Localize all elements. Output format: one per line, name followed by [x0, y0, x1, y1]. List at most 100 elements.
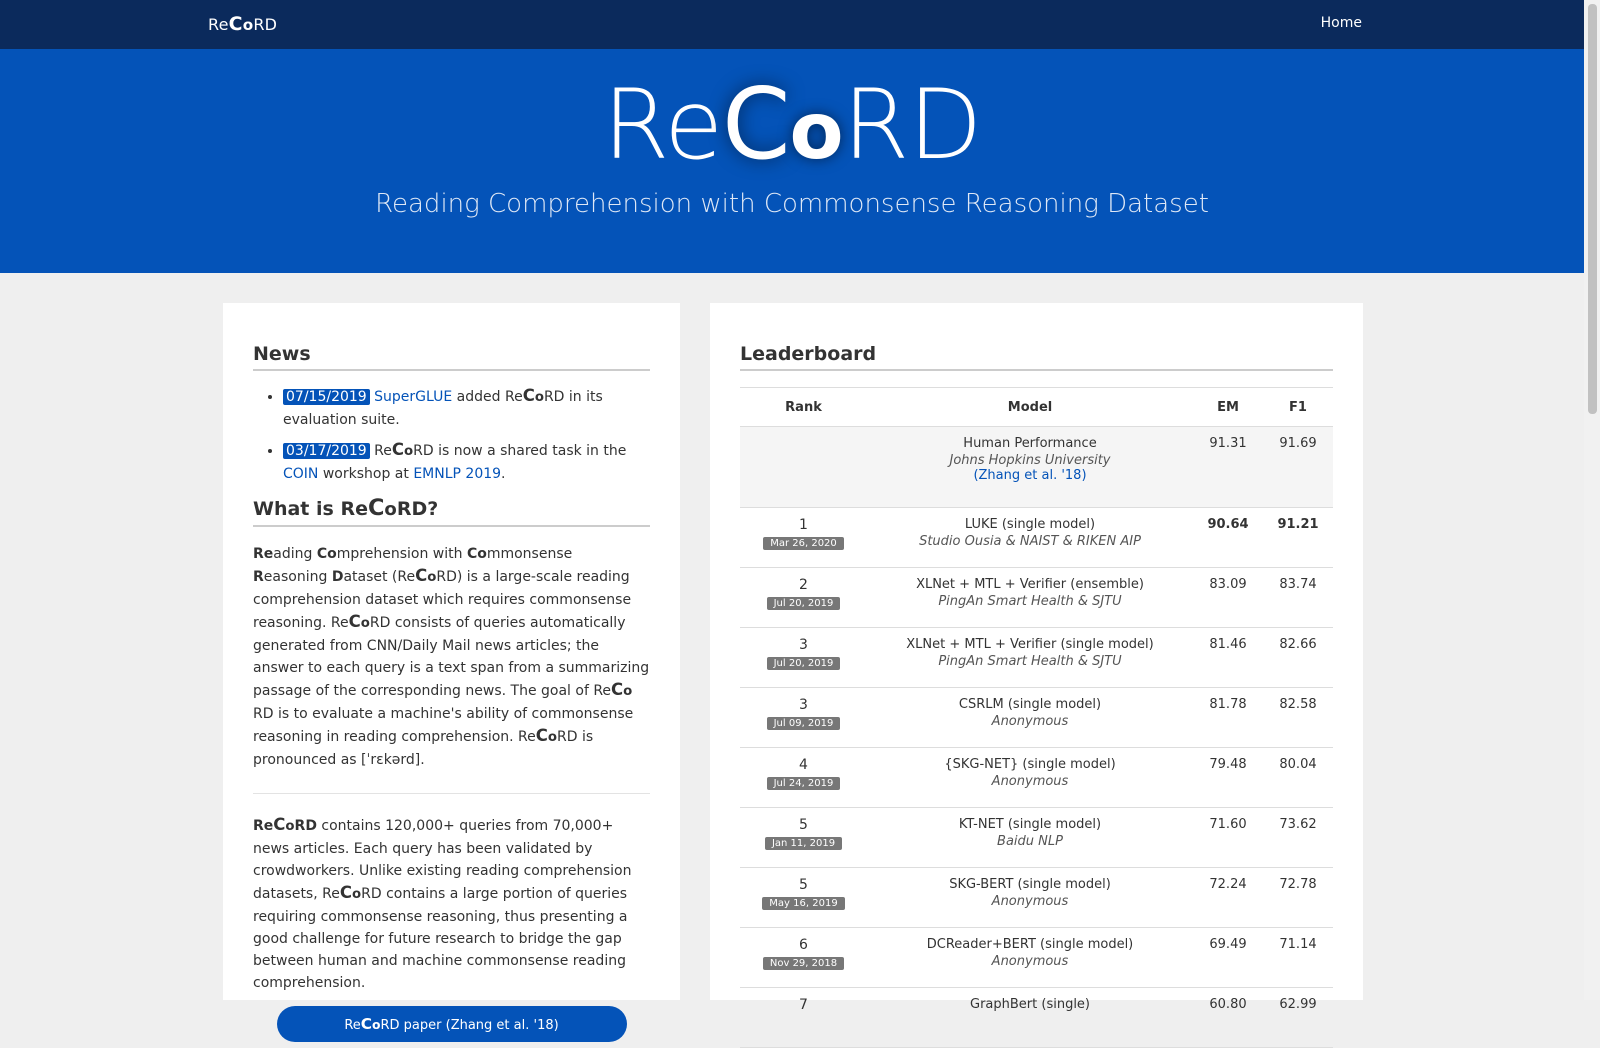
- superglue-link[interactable]: SuperGLUE: [374, 389, 452, 405]
- table-header-row: Rank Model EM F1: [740, 387, 1333, 427]
- human-row: Human Performance Johns Hopkins Universi…: [740, 426, 1333, 508]
- em-cell: 83.09: [1193, 567, 1263, 628]
- news-date-badge: 03/17/2019: [283, 443, 370, 459]
- bold-letter: Co: [466, 546, 487, 562]
- model-cell: KT-NET (single model) Baidu NLP: [867, 807, 1193, 868]
- emnlp-link[interactable]: EMNLP 2019: [413, 466, 501, 482]
- rank-cell: 3 Jul 09, 2019: [740, 687, 867, 748]
- model-cell: {SKG-NET} (single model) Anonymous: [867, 747, 1193, 808]
- para-text: mprehension with: [336, 546, 467, 562]
- para-co: Co: [415, 565, 436, 589]
- col-model: Model: [867, 387, 1193, 427]
- stats-co: Co: [273, 814, 294, 838]
- em-cell: 72.24: [1193, 867, 1263, 928]
- table-row: 2 Jul 20, 2019 XLNet + MTL + Verifier (en…: [740, 567, 1333, 628]
- rank-number: 7: [799, 997, 808, 1013]
- page-scrollbar[interactable]: [1584, 0, 1600, 1000]
- paper-button[interactable]: ReCoRD paper (Zhang et al. '18): [276, 1006, 627, 1044]
- brand-o: o: [242, 16, 254, 34]
- date-tag: Mar 26, 2020: [763, 537, 844, 550]
- rank-cell: 7: [740, 987, 867, 1048]
- rank-cell: 6 Nov 29, 2018: [740, 927, 867, 988]
- scrollbar-thumb[interactable]: [1588, 4, 1597, 414]
- table-row: 7 GraphBert (single) 60.80 62.99: [740, 987, 1333, 1048]
- hero-title-pre: Re: [602, 69, 723, 181]
- model-cell: XLNet + MTL + Verifier (single model) Pin…: [867, 627, 1193, 688]
- rank-number: 1: [799, 517, 808, 533]
- f1-cell: 73.62: [1263, 807, 1333, 868]
- rank-cell: 5 Jan 11, 2019: [740, 807, 867, 868]
- para-o: o: [623, 684, 633, 699]
- f1-cell: 71.14: [1263, 927, 1333, 988]
- brand-logo[interactable]: ReCoRD: [208, 13, 277, 35]
- bold-letter: Re: [253, 546, 274, 562]
- rank-number: 6: [799, 937, 808, 953]
- news-co: Co: [392, 439, 413, 463]
- nav-home-link[interactable]: Home: [1321, 15, 1362, 31]
- em-cell: 79.48: [1193, 747, 1263, 808]
- info-card: News 07/15/2019 SuperGLUE added ReCoRD i…: [223, 303, 680, 1042]
- rank-cell: 1 Mar 26, 2020: [740, 507, 867, 568]
- stats-paragraph: ReCoRD contains 120,000+ queries from 70…: [253, 814, 650, 994]
- table-row: 5 Jan 11, 2019 KT-NET (single model) Baidu…: [740, 807, 1333, 868]
- brand-c: C: [228, 13, 243, 35]
- para-c: C: [535, 726, 548, 745]
- top-navbar: ReCoRD Home: [0, 0, 1584, 49]
- hero-title-c: C: [722, 68, 790, 182]
- leaderboard-table: Rank Model EM F1 Human Performance Johns…: [740, 387, 1333, 1048]
- what-title-post: RD?: [396, 498, 439, 520]
- what-title-pre: What is Re: [253, 498, 368, 520]
- para-text: mmonsense: [486, 546, 573, 562]
- f1-cell: 82.66: [1263, 627, 1333, 688]
- rank-number: 3: [799, 697, 808, 713]
- rank-number: 4: [799, 757, 808, 773]
- f1-cell: 91.21: [1263, 507, 1333, 568]
- date-tag: Jan 11, 2019: [764, 837, 843, 850]
- brand-text-post: RD: [253, 15, 278, 34]
- table-row: 3 Jul 09, 2019 CSRLM (single model) Anonym…: [740, 687, 1333, 748]
- date-tag: Nov 29, 2018: [762, 957, 845, 970]
- brand-text-pre: Re: [208, 15, 229, 34]
- para-co: Co: [349, 611, 370, 635]
- f1-cell: 62.99: [1263, 987, 1333, 1048]
- para-c: C: [611, 680, 624, 699]
- para-text: ading: [273, 546, 317, 562]
- affiliation: PingAn Smart Health & SJTU: [938, 654, 1122, 669]
- btn-co: Co: [361, 1006, 381, 1044]
- btn-o: o: [372, 1018, 381, 1032]
- paper-link[interactable]: (Zhang et al. '18): [973, 468, 1086, 483]
- para-text: easoning: [263, 569, 332, 585]
- bold-letter: R: [253, 569, 264, 585]
- rank-number: 5: [799, 817, 808, 833]
- model-name: Human Performance: [963, 436, 1097, 451]
- model-cell: CSRLM (single model) Anonymous: [867, 687, 1193, 748]
- affiliation: Johns Hopkins University: [949, 453, 1111, 468]
- f1-cell: 91.69: [1263, 426, 1333, 508]
- rank-cell: [740, 426, 867, 508]
- para-o: o: [547, 730, 558, 745]
- btn-text-post: RD paper (Zhang et al. '18): [380, 1018, 559, 1033]
- leaderboard-card: Leaderboard Rank Model EM F1 Human Perfo…: [710, 303, 1363, 1048]
- f1-cell: 83.74: [1263, 567, 1333, 628]
- f1-cell: 80.04: [1263, 747, 1333, 808]
- btn-c: C: [360, 1015, 373, 1033]
- btn-text-pre: Re: [344, 1018, 361, 1033]
- hero-title: ReCoRD: [0, 76, 1584, 175]
- model-cell: Human Performance Johns Hopkins Universi…: [867, 426, 1193, 508]
- rank-cell: 3 Jul 20, 2019: [740, 627, 867, 688]
- what-o: o: [384, 499, 397, 520]
- table-row: 1 Mar 26, 2020 LUKE (single model) Studio …: [740, 507, 1333, 568]
- em-cell: 81.46: [1193, 627, 1263, 688]
- affiliation: Anonymous: [991, 714, 1069, 729]
- model-cell: SKG-BERT (single model) Anonymous: [867, 867, 1193, 928]
- hero-title-post: RD: [842, 69, 983, 181]
- date-tag: May 16, 2019: [762, 897, 845, 910]
- stats-co: Co: [340, 882, 361, 906]
- affiliation: Anonymous: [991, 894, 1069, 909]
- news-item: 07/15/2019 SuperGLUE added ReCoRD in its…: [283, 385, 650, 431]
- news-text: added Re: [452, 389, 523, 405]
- model-name: LUKE (single model): [964, 517, 1096, 532]
- hero-subtitle: Reading Comprehension with Commonsense R…: [375, 189, 1209, 219]
- model-cell: DCReader+BERT (single model) Anonymous: [867, 927, 1193, 988]
- coin-link[interactable]: COIN: [283, 466, 318, 482]
